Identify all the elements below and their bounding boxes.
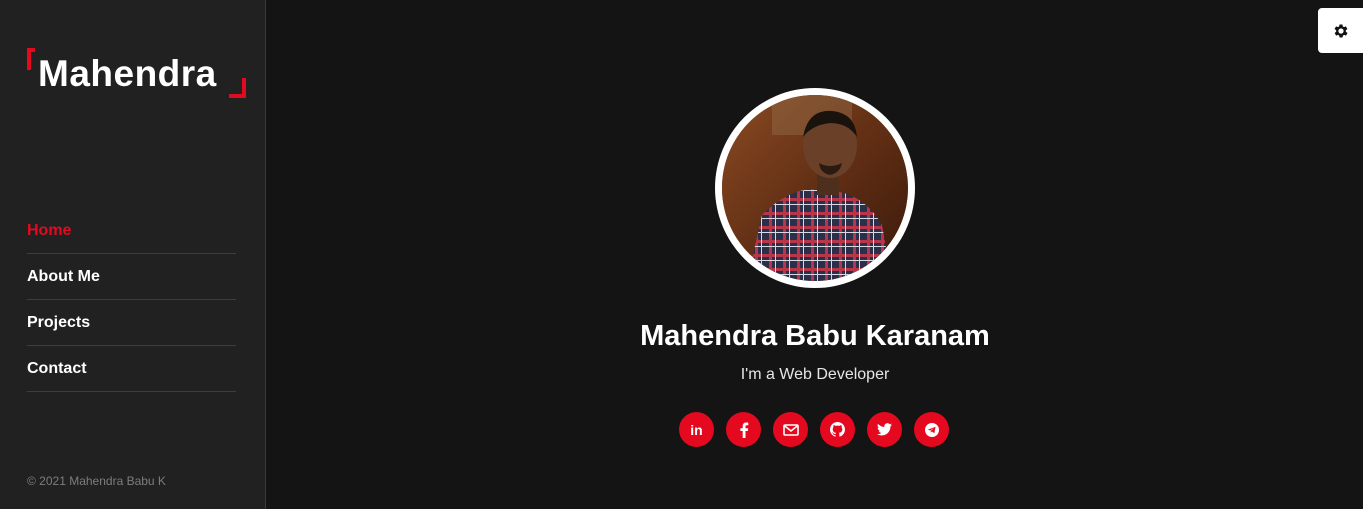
nav-item-about[interactable]: About Me bbox=[27, 254, 236, 300]
logo-bracket-top-left bbox=[27, 48, 35, 70]
sidebar: Mahendra Home About Me Projects Contact … bbox=[0, 0, 266, 509]
telegram-icon[interactable] bbox=[914, 412, 949, 447]
profile-avatar bbox=[715, 88, 915, 288]
nav-item-home[interactable]: Home bbox=[27, 208, 236, 254]
logo[interactable]: Mahendra bbox=[27, 48, 246, 98]
settings-button[interactable] bbox=[1318, 8, 1363, 53]
nav-item-projects[interactable]: Projects bbox=[27, 300, 236, 346]
github-icon[interactable] bbox=[820, 412, 855, 447]
logo-bracket-bottom-right bbox=[229, 78, 246, 98]
copyright-footer: © 2021 Mahendra Babu K bbox=[27, 474, 166, 488]
main-content: Mahendra Babu Karanam I'm a Web Develope… bbox=[267, 0, 1363, 509]
social-links: in bbox=[679, 412, 949, 447]
email-icon[interactable] bbox=[773, 412, 808, 447]
nav-item-contact[interactable]: Contact bbox=[27, 346, 236, 392]
logo-text: Mahendra bbox=[38, 53, 217, 94]
main-nav: Home About Me Projects Contact bbox=[27, 208, 236, 392]
gear-icon bbox=[1334, 23, 1348, 38]
profile-name: Mahendra Babu Karanam bbox=[640, 320, 990, 352]
facebook-icon[interactable] bbox=[726, 412, 761, 447]
profile-role: I'm a Web Developer bbox=[740, 366, 890, 383]
linkedin-glyph: in bbox=[690, 421, 703, 438]
linkedin-icon[interactable]: in bbox=[679, 412, 714, 447]
twitter-icon[interactable] bbox=[867, 412, 902, 447]
avatar-photo bbox=[722, 95, 908, 281]
